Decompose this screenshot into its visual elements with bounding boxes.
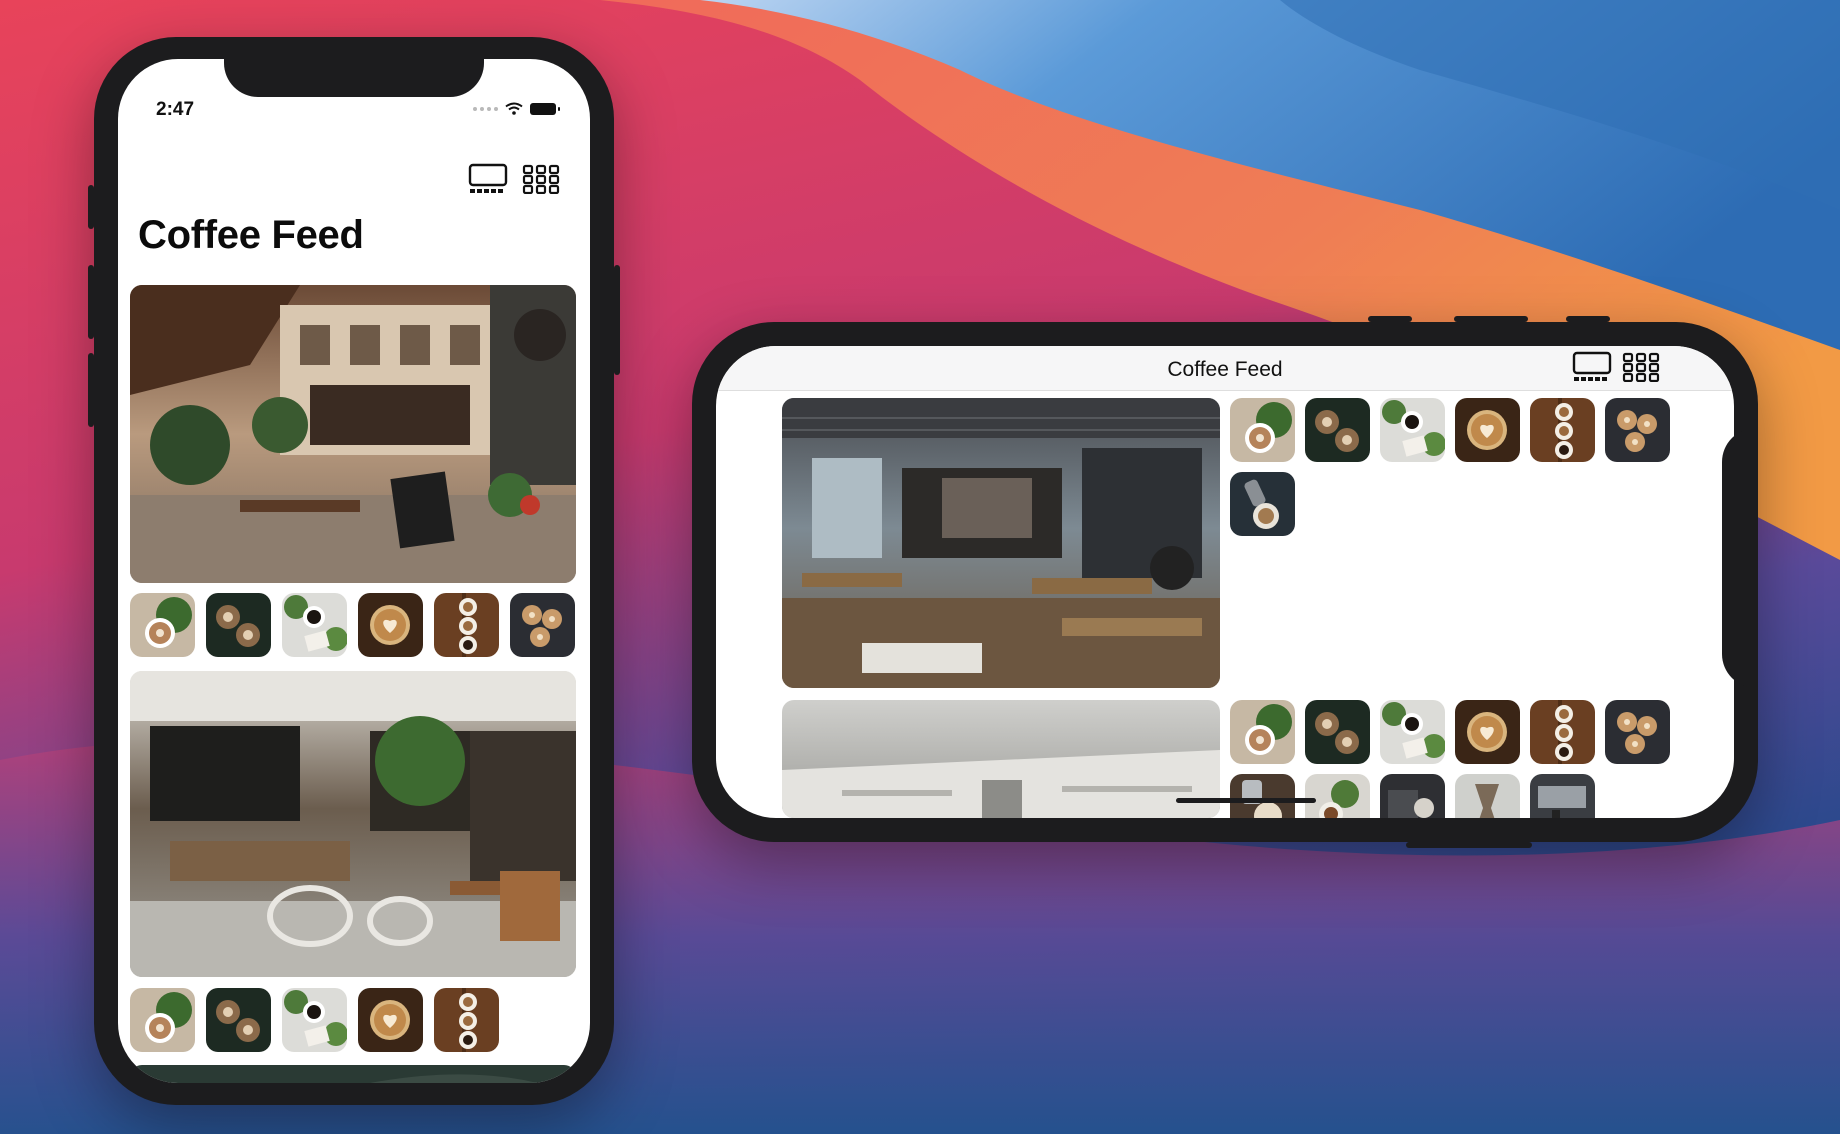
battery-icon [530, 102, 560, 115]
layout-toolbar [1572, 351, 1660, 383]
latte-art-thumb[interactable] [1230, 398, 1295, 462]
side-button-volume-up [88, 265, 94, 339]
espresso-machine-thumb[interactable] [1530, 774, 1595, 818]
status-icons [473, 102, 560, 115]
portrait-iphone: 2:47 Coffee Feed [88, 37, 620, 1105]
cafe-ceiling-photo[interactable] [782, 700, 1220, 818]
cafe-ceiling-photo[interactable] [130, 1065, 576, 1083]
espresso-plants-thumb[interactable] [1380, 398, 1445, 462]
three-cups-dark-thumb[interactable] [1605, 398, 1670, 462]
side-button-action [88, 185, 94, 229]
single-column-layout-icon[interactable] [1572, 351, 1612, 383]
cafe-street-terrace-photo[interactable] [130, 285, 576, 583]
home-indicator [1176, 798, 1316, 803]
notch [1722, 428, 1758, 688]
three-cups-wood-thumb[interactable] [434, 593, 499, 657]
pouring-milk-thumb[interactable] [1230, 774, 1295, 818]
grid-layout-icon[interactable] [522, 164, 560, 194]
heart-latte-thumb[interactable] [358, 593, 423, 657]
three-cups-wood-thumb[interactable] [1530, 700, 1595, 764]
coffee-shop-interior-photo[interactable] [130, 671, 576, 977]
two-cups-dark-thumb[interactable] [206, 593, 271, 657]
cellular-dots-icon [473, 106, 498, 111]
wifi-icon [505, 102, 523, 115]
thumbnail-row [130, 593, 575, 657]
thumbnail-row [130, 988, 499, 1052]
side-button-volume-down [88, 353, 94, 427]
heart-latte-thumb[interactable] [1455, 700, 1520, 764]
espresso-plants-thumb[interactable] [282, 988, 347, 1052]
latte-art-thumb[interactable] [1230, 700, 1295, 764]
side-button-volume-up [1454, 316, 1528, 322]
notch [224, 59, 484, 97]
side-button-power [1406, 842, 1532, 848]
side-button-power [614, 265, 620, 375]
three-cups-wood-thumb[interactable] [434, 988, 499, 1052]
barista-thumb[interactable] [1380, 774, 1445, 818]
heart-latte-thumb[interactable] [1455, 398, 1520, 462]
thumbnail-grid [1230, 398, 1670, 536]
side-button-action [1368, 316, 1412, 322]
layout-toolbar [468, 163, 560, 195]
chemex-thumb[interactable] [1455, 774, 1520, 818]
latte-art-thumb[interactable] [130, 593, 195, 657]
portrait-screen: 2:47 Coffee Feed [118, 59, 590, 1083]
side-button-volume-down [1566, 316, 1610, 322]
three-cups-wood-thumb[interactable] [1530, 398, 1595, 462]
grid-layout-icon[interactable] [1622, 352, 1660, 382]
navigation-bar: Coffee Feed [716, 346, 1734, 391]
two-cups-dark-thumb[interactable] [1305, 398, 1370, 462]
page-title: Coffee Feed [138, 213, 364, 257]
status-time: 2:47 [156, 99, 195, 120]
single-column-layout-icon[interactable] [468, 163, 508, 195]
heart-latte-thumb[interactable] [358, 988, 423, 1052]
landscape-iphone: Coffee Feed [692, 316, 1758, 848]
pour-over-thumb[interactable] [1230, 472, 1295, 536]
two-cups-dark-thumb[interactable] [1305, 700, 1370, 764]
industrial-cafe-interior-photo[interactable] [782, 398, 1220, 688]
plant-cup-thumb[interactable] [1305, 774, 1370, 818]
landscape-screen: Coffee Feed [716, 346, 1734, 818]
three-cups-dark-thumb[interactable] [510, 593, 575, 657]
latte-art-thumb[interactable] [130, 988, 195, 1052]
three-cups-dark-thumb[interactable] [1605, 700, 1670, 764]
two-cups-dark-thumb[interactable] [206, 988, 271, 1052]
espresso-plants-thumb[interactable] [282, 593, 347, 657]
espresso-plants-thumb[interactable] [1380, 700, 1445, 764]
